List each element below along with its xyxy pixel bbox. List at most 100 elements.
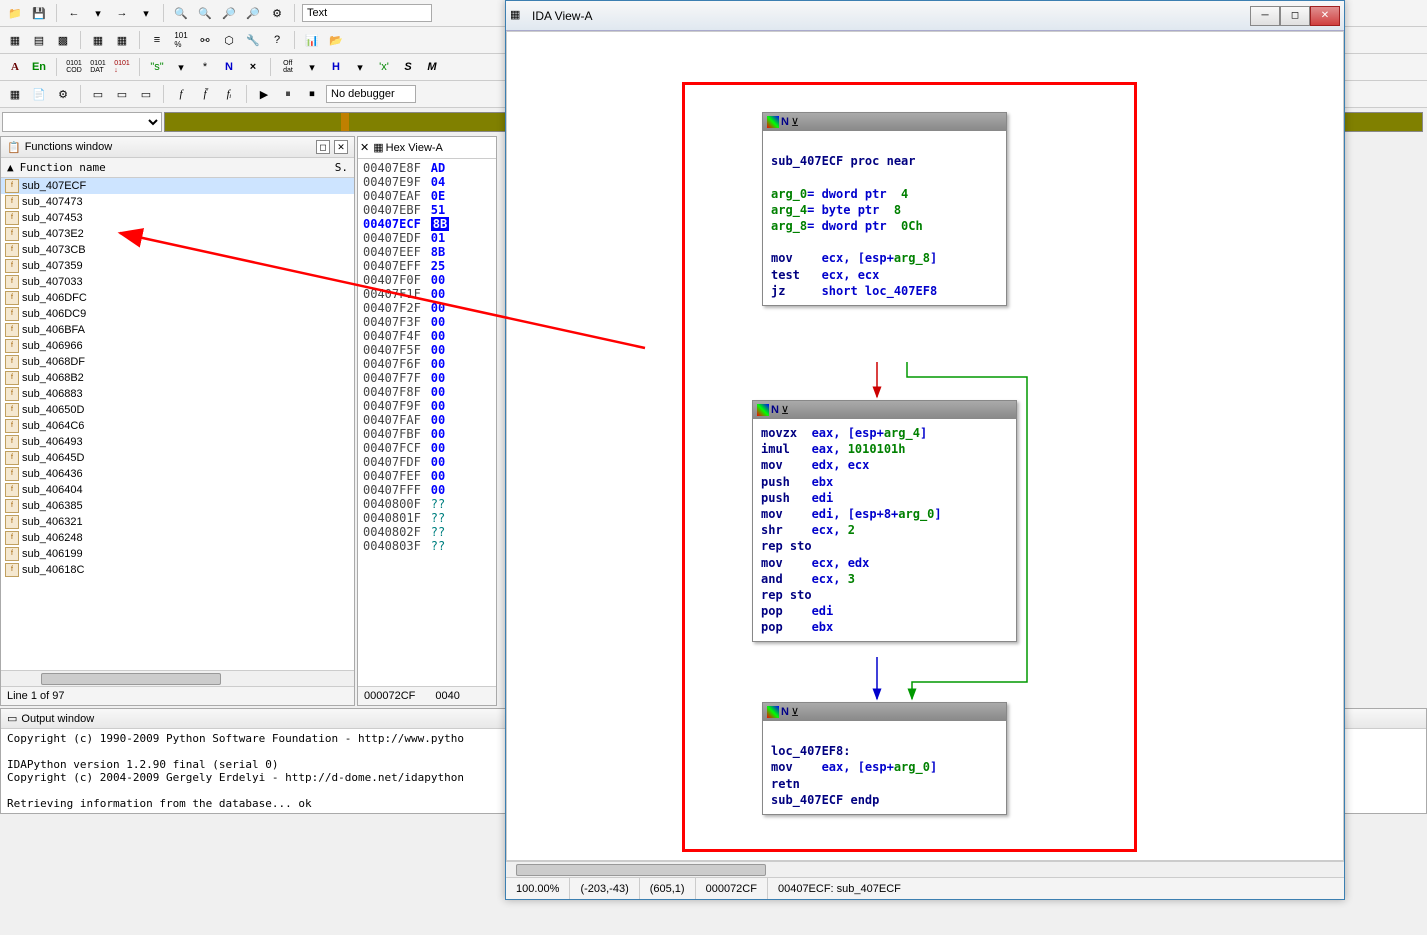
- tab-close-icon[interactable]: ✕: [360, 141, 369, 154]
- hex-tab[interactable]: ▦ Hex View-A: [369, 139, 447, 156]
- graph-node-body[interactable]: N ⊻ movzx eax, [esp+arg_4]imul eax, 1010…: [752, 400, 1017, 642]
- hex-row[interactable]: 00407F0F00: [360, 273, 494, 287]
- btn-N[interactable]: N: [219, 57, 239, 77]
- hex-row[interactable]: 00407F7F00: [360, 371, 494, 385]
- node-n-icon[interactable]: N: [781, 116, 789, 128]
- close-button[interactable]: ✕: [1310, 6, 1340, 26]
- hex-row[interactable]: 0040802F??: [360, 525, 494, 539]
- function-item[interactable]: fsub_40645D: [1, 450, 354, 466]
- hash-icon[interactable]: ≡: [147, 30, 167, 50]
- functions-list-header[interactable]: ▲ Function name S.: [1, 158, 354, 178]
- function-item[interactable]: fsub_4068DF: [1, 354, 354, 370]
- chart-icon[interactable]: 📊: [302, 30, 322, 50]
- btn-offdat[interactable]: Offdat: [278, 57, 298, 77]
- calc2-icon[interactable]: ▦: [5, 84, 25, 104]
- graph-node-entry[interactable]: N ⊻ sub_407ECF proc neararg_0= dword ptr…: [762, 112, 1007, 306]
- calc-icon[interactable]: ▦: [5, 30, 25, 50]
- win1-icon[interactable]: ▭: [88, 84, 108, 104]
- maximize-button[interactable]: ◻: [1280, 6, 1310, 26]
- dropdown-icon[interactable]: ▾: [350, 57, 370, 77]
- forward-icon[interactable]: →: [112, 3, 132, 23]
- graph-icon[interactable]: ▩: [53, 30, 73, 50]
- btn-x2[interactable]: 'x': [374, 57, 394, 77]
- ida-titlebar[interactable]: ▦ IDA View-A ─ ◻ ✕: [506, 1, 1344, 31]
- btn-star[interactable]: *: [195, 57, 215, 77]
- btn-M[interactable]: M: [422, 57, 442, 77]
- btn-fi[interactable]: fᵢ: [219, 84, 239, 104]
- grid2-icon[interactable]: ▦: [112, 30, 132, 50]
- win3-icon[interactable]: ▭: [136, 84, 156, 104]
- hex-content[interactable]: 00407E8FAD00407E9F0400407EAF0E00407EBF51…: [358, 159, 496, 686]
- hex-row[interactable]: 00407FFF00: [360, 483, 494, 497]
- hex-row[interactable]: 00407F5F00: [360, 343, 494, 357]
- btn-En[interactable]: En: [29, 57, 49, 77]
- node-collapse-icon[interactable]: ⊻: [791, 116, 799, 129]
- hex-row[interactable]: 00407F2F00: [360, 301, 494, 315]
- dropdown-icon[interactable]: ▾: [302, 57, 322, 77]
- hex-row[interactable]: 00407ECF8B: [360, 217, 494, 231]
- hex-row[interactable]: 00407EAF0E: [360, 189, 494, 203]
- function-item[interactable]: fsub_406883: [1, 386, 354, 402]
- nodes-icon[interactable]: ⬡: [219, 30, 239, 50]
- hex-row[interactable]: 00407EBF51: [360, 203, 494, 217]
- hex-row[interactable]: 00407F9F00: [360, 399, 494, 413]
- functions-list[interactable]: fsub_407ECFfsub_407473fsub_407453fsub_40…: [1, 178, 354, 670]
- function-item[interactable]: fsub_406199: [1, 546, 354, 562]
- binoculars-icon[interactable]: 🔍: [171, 3, 191, 23]
- function-item[interactable]: fsub_406DFC: [1, 290, 354, 306]
- hex-row[interactable]: 00407EFF25: [360, 259, 494, 273]
- play-icon[interactable]: ▶: [254, 84, 274, 104]
- debugger-select[interactable]: [326, 85, 416, 103]
- close-button[interactable]: ✕: [334, 140, 348, 154]
- binoculars3-icon[interactable]: 🔎: [219, 3, 239, 23]
- gear-icon[interactable]: ⚙: [53, 84, 73, 104]
- function-item[interactable]: fsub_406248: [1, 530, 354, 546]
- function-item[interactable]: fsub_406321: [1, 514, 354, 530]
- hscrollbar[interactable]: [1, 670, 354, 686]
- back-icon[interactable]: ←: [64, 3, 84, 23]
- function-item[interactable]: fsub_40618C: [1, 562, 354, 578]
- open-icon[interactable]: 📁: [5, 3, 25, 23]
- hex-row[interactable]: 00407FDF00: [360, 455, 494, 469]
- btn-0101[interactable]: 0101↓: [112, 57, 132, 77]
- function-item[interactable]: fsub_407453: [1, 210, 354, 226]
- btn-A[interactable]: A: [5, 57, 25, 77]
- address-combo[interactable]: [2, 112, 162, 132]
- node-color-icon[interactable]: [767, 706, 779, 718]
- hex-row[interactable]: 0040800F??: [360, 497, 494, 511]
- function-item[interactable]: fsub_4073CB: [1, 242, 354, 258]
- graph-canvas[interactable]: N ⊻ sub_407ECF proc neararg_0= dword ptr…: [506, 31, 1344, 861]
- node-collapse-icon[interactable]: ⊻: [791, 706, 799, 719]
- grid1-icon[interactable]: ▦: [88, 30, 108, 50]
- hex-row[interactable]: 00407F3F00: [360, 315, 494, 329]
- function-item[interactable]: fsub_406436: [1, 466, 354, 482]
- function-item[interactable]: fsub_407473: [1, 194, 354, 210]
- hex-row[interactable]: 00407F4F00: [360, 329, 494, 343]
- pause-icon[interactable]: ⏸: [278, 84, 298, 104]
- btn-f[interactable]: f: [171, 84, 191, 104]
- search-input[interactable]: [302, 4, 432, 22]
- function-item[interactable]: fsub_4073E2: [1, 226, 354, 242]
- dropdown-icon[interactable]: ▾: [171, 57, 191, 77]
- function-item[interactable]: fsub_4064C6: [1, 418, 354, 434]
- list-icon[interactable]: ▤: [29, 30, 49, 50]
- node-n-icon[interactable]: N: [771, 404, 779, 416]
- help-icon[interactable]: ?: [267, 30, 287, 50]
- dropdown-icon[interactable]: ▾: [136, 3, 156, 23]
- col-function-name[interactable]: Function name: [20, 161, 335, 174]
- hex-row[interactable]: 00407EDF01: [360, 231, 494, 245]
- hex-row[interactable]: 0040801F??: [360, 511, 494, 525]
- btn-s[interactable]: "s": [147, 57, 167, 77]
- btn-fbar[interactable]: f̄: [195, 84, 215, 104]
- hex-row[interactable]: 00407FEF00: [360, 469, 494, 483]
- function-item[interactable]: fsub_406966: [1, 338, 354, 354]
- win2-icon[interactable]: ▭: [112, 84, 132, 104]
- binoculars4-icon[interactable]: 🔎: [243, 3, 263, 23]
- function-item[interactable]: fsub_406385: [1, 498, 354, 514]
- node-n-icon[interactable]: N: [781, 706, 789, 718]
- function-item[interactable]: fsub_406BFA: [1, 322, 354, 338]
- node-collapse-icon[interactable]: ⊻: [781, 404, 789, 417]
- btn-S[interactable]: S: [398, 57, 418, 77]
- hex-row[interactable]: 00407E9F04: [360, 175, 494, 189]
- percent-icon[interactable]: 101%: [171, 30, 191, 50]
